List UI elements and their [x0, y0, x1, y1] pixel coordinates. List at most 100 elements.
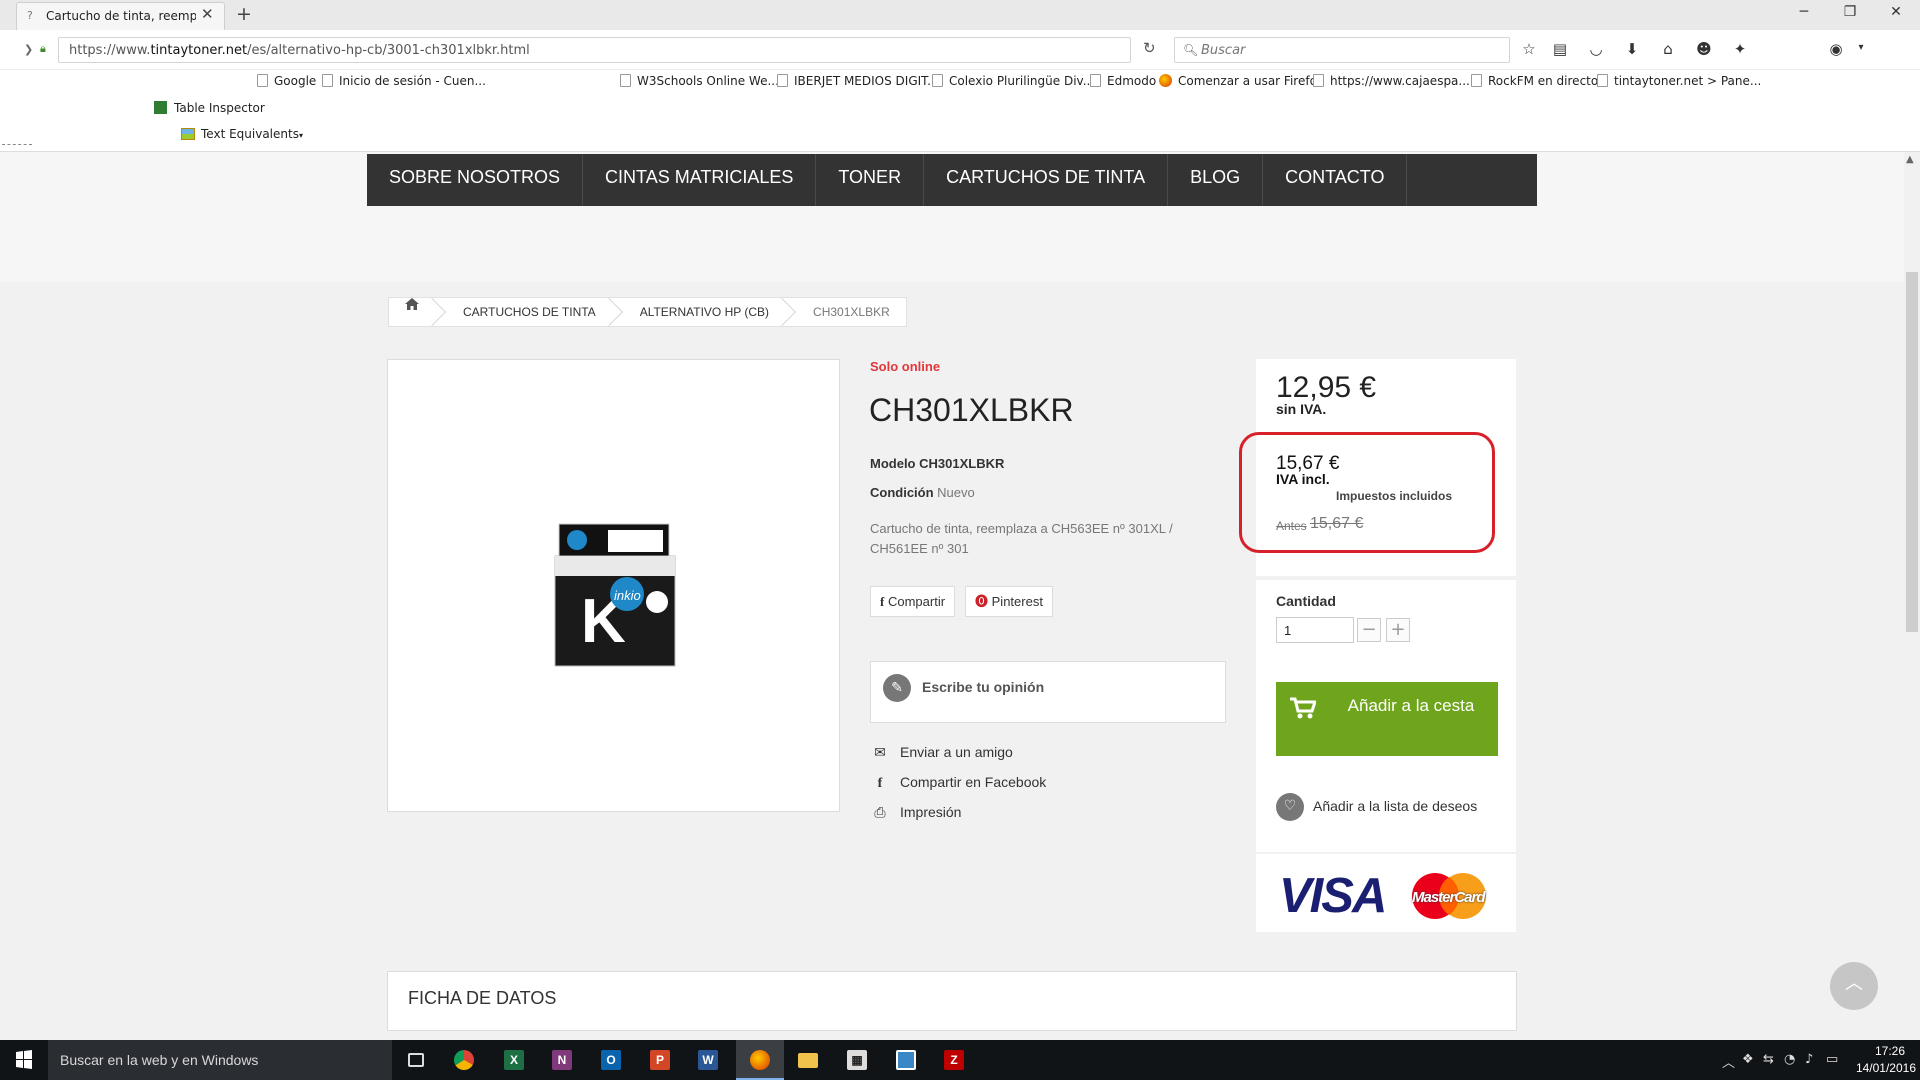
bookmark-item[interactable]: Edmodo	[1090, 74, 1156, 88]
secure-lock-icon[interactable]: 🔒︎	[40, 42, 46, 56]
maximize-icon[interactable]: ❐	[1830, 4, 1870, 20]
app-icon[interactable]	[882, 1040, 930, 1080]
new-tab-icon[interactable]: +	[236, 3, 252, 25]
menu-item-toner[interactable]: TONER	[816, 154, 925, 206]
chat-icon[interactable]: ☻	[1693, 40, 1715, 58]
bookmark-item[interactable]: RockFM en directo	[1471, 74, 1598, 88]
outlook-icon[interactable]: O	[587, 1040, 635, 1080]
menu-item-cintas-matriciales[interactable]: CINTAS MATRICIALES	[583, 154, 817, 206]
menu-item-cartuchos-de-tinta[interactable]: CARTUCHOS DE TINTA	[924, 154, 1169, 206]
onenote-icon[interactable]: N	[538, 1040, 586, 1080]
menu-item-sobre-nosotros[interactable]: SOBRE NOSOTROS	[367, 154, 584, 206]
product-image[interactable]: K inkio	[553, 520, 679, 670]
search-bar[interactable]: 🔍︎ Buscar	[1174, 37, 1510, 63]
clock-time[interactable]: 17:26	[1865, 1044, 1915, 1058]
product-condition: Condición Nuevo	[870, 485, 975, 500]
bookmark-item[interactable]: Colexio Plurilingüe Div...	[932, 74, 1094, 88]
task-view-icon[interactable]	[392, 1040, 440, 1080]
star-icon[interactable]: ☆	[1518, 40, 1540, 58]
quantity-plus-button[interactable]: +	[1386, 618, 1410, 642]
breadcrumb-home-icon[interactable]	[389, 298, 435, 326]
taskbar-search[interactable]: Buscar en la web y en Windows	[48, 1040, 392, 1080]
url-bar[interactable]: https://www.tintaytoner.net/es/alternati…	[58, 37, 1131, 63]
wifi-icon[interactable]: ◔	[1784, 1052, 1795, 1067]
print-link[interactable]: ⎙ Impresión	[870, 804, 961, 821]
product-description: Cartucho de tinta, reemplaza a CH563EE n…	[870, 521, 1173, 556]
bookmark-item[interactable]: IBERJET MEDIOS DIGIT...	[777, 74, 939, 88]
breadcrumb-current: CH301XLBKR	[813, 305, 890, 319]
clock-date[interactable]: 14/01/2016	[1844, 1061, 1916, 1075]
filezilla-icon[interactable]: Z	[930, 1040, 978, 1080]
notifications-icon[interactable]: ▭	[1826, 1052, 1838, 1067]
divider	[2, 144, 32, 145]
pocket-icon[interactable]: ◡	[1585, 40, 1607, 58]
quantity-input[interactable]: 1	[1276, 617, 1354, 643]
bookmark-item[interactable]: Inicio de sesión - Cuen...	[322, 74, 486, 88]
web-page: SOBRE NOSOTROS CINTAS MATRICIALES TONER …	[0, 152, 1920, 1040]
share-facebook-button[interactable]: f Compartir	[870, 586, 956, 617]
bookmark-item[interactable]: Comenzar a usar Firefox	[1159, 74, 1324, 88]
cart-icon	[1290, 697, 1316, 719]
back-icon[interactable]: ❯	[24, 43, 33, 56]
scrollbar-thumb[interactable]	[1906, 272, 1918, 632]
scroll-up-icon[interactable]: ▲	[1906, 154, 1914, 165]
add-to-cart-button[interactable]: Añadir a la cesta	[1276, 682, 1498, 756]
share-facebook-link[interactable]: f Compartir en Facebook	[870, 774, 1047, 792]
facebook-icon: f	[877, 776, 883, 791]
word-icon[interactable]: W	[684, 1040, 732, 1080]
price-incl-vat-label: IVA incl.	[1276, 471, 1330, 487]
reload-icon[interactable]: ↻	[1143, 39, 1156, 57]
breadcrumb: CARTUCHOS DE TINTA ALTERNATIVO HP (CB) C…	[388, 297, 907, 327]
minimize-icon[interactable]: ─	[1784, 4, 1824, 20]
product-title: CH301XLBKR	[869, 392, 1074, 428]
back-to-top-button[interactable]: ︿	[1830, 962, 1878, 1010]
page-icon	[1471, 74, 1482, 87]
bookmark-item[interactable]: tintaytoner.net > Pane...	[1597, 74, 1761, 88]
table-inspector-button[interactable]: Table Inspector	[154, 101, 265, 115]
breadcrumb-item[interactable]: ALTERNATIVO HP (CB)	[612, 298, 785, 326]
reading-list-icon[interactable]: ▤	[1549, 40, 1571, 58]
firefox-taskbar-icon[interactable]	[736, 1040, 784, 1080]
text-equivalents-button[interactable]: Text Equivalents▾	[181, 127, 303, 141]
quantity-label: Cantidad	[1276, 593, 1336, 609]
sync-icon[interactable]: ✦	[1729, 40, 1751, 58]
file-explorer-icon[interactable]	[784, 1040, 832, 1080]
write-review-button[interactable]: ✎ Escribe tu opinión	[870, 661, 1226, 723]
menu-item-blog[interactable]: BLOG	[1168, 154, 1264, 206]
page-icon	[620, 74, 631, 87]
sync-tray-icon[interactable]: ⇆	[1763, 1052, 1774, 1067]
window-close-icon[interactable]: ✕	[1876, 4, 1916, 20]
chevron-up-icon[interactable]: ︿	[1722, 1052, 1735, 1071]
start-button[interactable]	[0, 1040, 48, 1080]
send-to-friend-link[interactable]: ✉ Enviar a un amigo	[870, 744, 1013, 761]
heart-icon[interactable]: ♡	[1276, 793, 1304, 821]
download-icon[interactable]: ⬇	[1621, 40, 1643, 58]
excel-icon[interactable]: X	[490, 1040, 538, 1080]
tab-close-icon[interactable]: ✕	[201, 5, 214, 23]
bookmark-item[interactable]: Google	[257, 74, 316, 88]
page-icon	[322, 74, 333, 87]
tab-favicon-icon: ?	[27, 9, 33, 22]
navigation-toolbar: ❯ 🔒︎ https://www.tintaytoner.net/es/alte…	[0, 30, 1920, 70]
powerpoint-icon[interactable]: P	[636, 1040, 684, 1080]
menu-item-contacto[interactable]: CONTACTO	[1263, 154, 1408, 206]
menu-chevron-down-icon[interactable]: ▾	[1850, 42, 1872, 53]
chrome-icon[interactable]	[440, 1040, 488, 1080]
bookmark-item[interactable]: W3Schools Online We...	[620, 74, 779, 88]
quantity-minus-button[interactable]: −	[1357, 618, 1381, 642]
cart-box: Cantidad 1 − + Añadir a la cesta ♡ Añadi…	[1256, 580, 1516, 852]
profile-icon[interactable]: ◉	[1825, 40, 1847, 58]
add-to-wishlist-link[interactable]: Añadir a la lista de deseos	[1313, 798, 1477, 814]
breadcrumb-item[interactable]: CARTUCHOS DE TINTA	[435, 298, 612, 326]
bookmark-item[interactable]: https://www.cajaespa...	[1313, 74, 1470, 88]
taskbar-search-placeholder: Buscar en la web y en Windows	[60, 1052, 259, 1068]
share-pinterest-button[interactable]: ⓿ Pinterest	[965, 586, 1053, 617]
browser-tab[interactable]: ? Cartucho de tinta, reempl... ✕	[16, 2, 225, 30]
envelope-icon: ✉	[874, 744, 886, 760]
dropbox-icon[interactable]: ❖	[1742, 1052, 1754, 1067]
calculator-icon[interactable]: ▦	[833, 1040, 881, 1080]
volume-icon[interactable]: ♪	[1805, 1052, 1813, 1067]
product-image-box[interactable]: K inkio	[387, 359, 840, 812]
url-text[interactable]: https://www.tintaytoner.net/es/alternati…	[69, 43, 530, 58]
home-icon[interactable]: ⌂	[1657, 40, 1679, 58]
